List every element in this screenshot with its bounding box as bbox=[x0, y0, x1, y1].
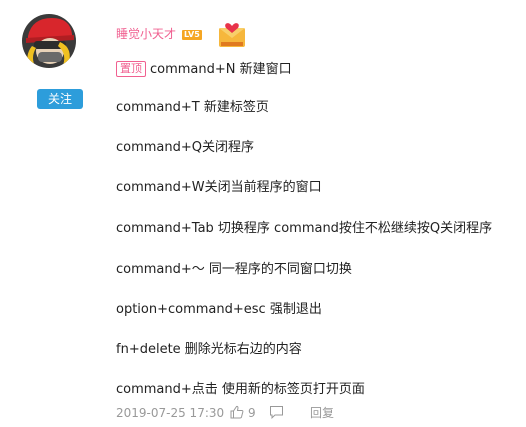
pinned-badge: 置顶 bbox=[116, 61, 146, 77]
post-line: command+～ 同一程序的不同窗口切换 bbox=[116, 262, 352, 277]
reply-link[interactable]: 回复 bbox=[310, 405, 334, 421]
post-line: fn+delete 删除光标右边的内容 bbox=[116, 342, 302, 357]
post-line: option+command+esc 强制退出 bbox=[116, 302, 322, 317]
gift-envelope-icon bbox=[217, 20, 247, 50]
like-count: 9 bbox=[248, 406, 256, 420]
post-line: command+T 新建标签页 bbox=[116, 100, 269, 115]
post-datetime: 2019-07-25 17:30 bbox=[116, 406, 225, 420]
follow-button[interactable]: 关注 bbox=[37, 89, 83, 109]
level-badge: LV5 bbox=[182, 30, 202, 40]
username[interactable]: 睡觉小天才 bbox=[116, 27, 176, 41]
post-line: command+Tab 切换程序 command按住不松继续按Q关闭程序 bbox=[116, 221, 493, 236]
post-line: command+Q关闭程序 bbox=[116, 140, 255, 155]
comment-item: 关注 睡觉小天才 LV5 置顶 command+N 新建窗口 command+T … bbox=[0, 0, 526, 427]
post-line-text: command+N 新建窗口 bbox=[150, 62, 292, 77]
post-line: 置顶 command+N 新建窗口 bbox=[116, 61, 292, 78]
thumbs-up-icon bbox=[230, 405, 244, 419]
post-line: command+W关闭当前程序的窗口 bbox=[116, 180, 322, 195]
comment-button[interactable] bbox=[269, 405, 284, 421]
comment-icon bbox=[270, 406, 283, 419]
like-button[interactable] bbox=[230, 405, 244, 421]
avatar[interactable] bbox=[22, 14, 76, 68]
post-line: command+点击 使用新的标签页打开页面 bbox=[116, 382, 365, 397]
